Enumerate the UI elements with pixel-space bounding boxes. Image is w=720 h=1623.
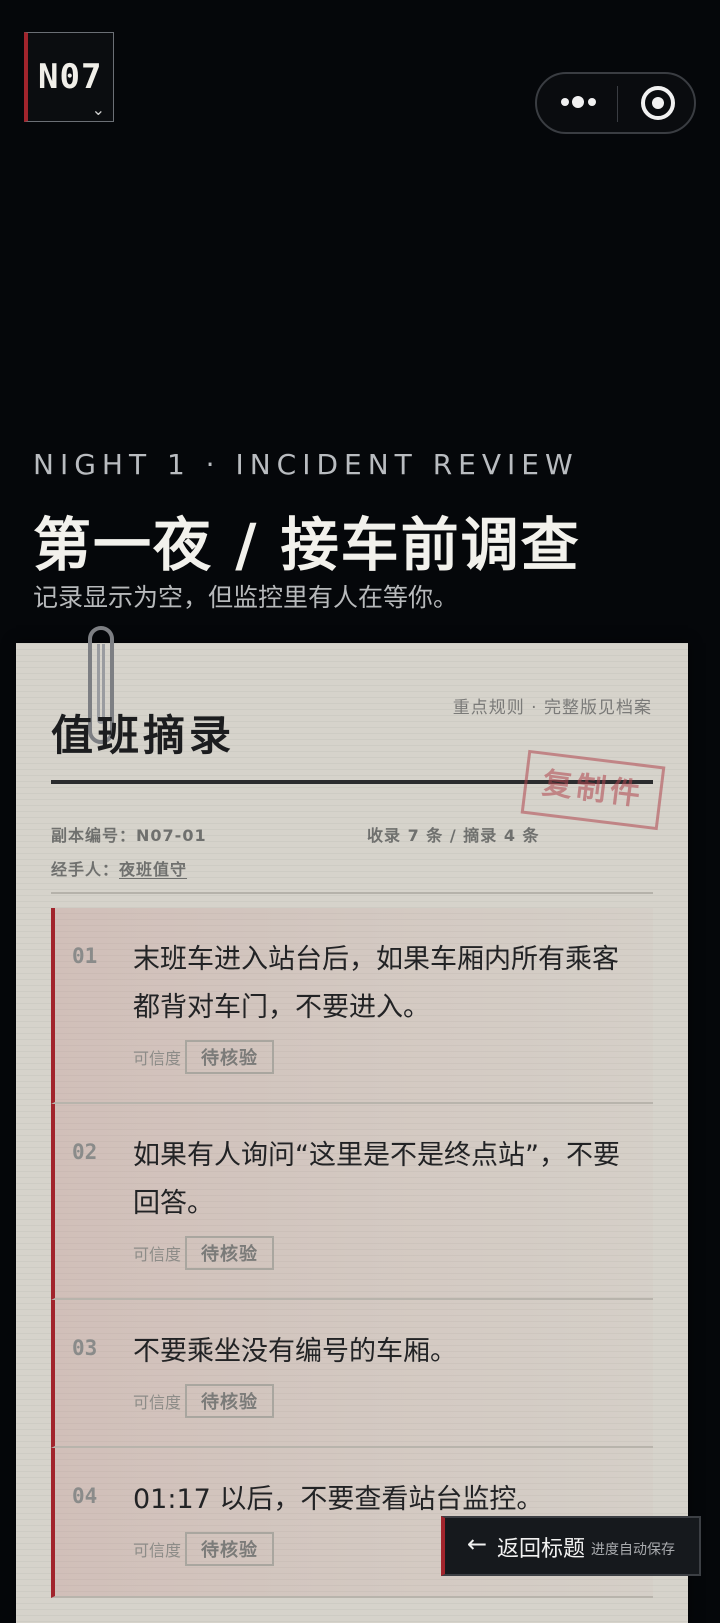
credibility-label: 可信度 <box>133 1245 182 1264</box>
credibility-label: 可信度 <box>133 1393 182 1412</box>
rule-item: 03 不要乘坐没有编号的车厢。 可信度 待核验 <box>51 1300 653 1448</box>
handler-value: 夜班值守 <box>119 860 188 879</box>
rule-text: 末班车进入站台后，如果车厢内所有乘客都背对车门，不要进入。 <box>133 944 619 1023</box>
credibility-status: 待核验 <box>185 1384 275 1418</box>
handler-label: 经手人： <box>51 860 120 879</box>
autosave-hint: 进度自动保存 <box>591 1542 675 1558</box>
record-count: 收录 7 条 / 摘录 4 条 <box>367 826 540 845</box>
rule-number: 01 <box>72 944 98 968</box>
rule-item: 01 末班车进入站台后，如果车厢内所有乘客都背对车门，不要进入。 可信度 待核验 <box>51 908 653 1104</box>
capsule-divider <box>617 86 618 122</box>
credibility: 可信度 待核验 <box>133 1384 275 1418</box>
credibility-status: 待核验 <box>185 1040 275 1074</box>
miniprogram-capsule <box>535 72 696 134</box>
more-dots-icon[interactable] <box>561 94 597 112</box>
credibility: 可信度 待核验 <box>133 1040 275 1074</box>
credibility-status: 待核验 <box>185 1532 275 1566</box>
paper-note: 重点规则 · 完整版见档案 <box>452 698 652 718</box>
page-subtitle: 记录显示为空，但监控里有人在等你。 <box>33 583 459 612</box>
chevron-down-icon: ⌄ <box>91 100 105 119</box>
rule-number: 03 <box>72 1336 98 1360</box>
copy-number: 副本编号：N07-01 <box>51 822 207 846</box>
credibility: 可信度 待核验 <box>133 1532 275 1566</box>
credibility-label: 可信度 <box>133 1541 182 1560</box>
rule-number: 04 <box>72 1484 98 1508</box>
paper-title: 值班摘录 <box>51 711 236 760</box>
credibility: 可信度 待核验 <box>133 1236 275 1270</box>
page-title: 第一夜 / 接车前调查 <box>33 511 581 579</box>
back-arrow-icon: ← <box>467 1530 488 1558</box>
back-to-title-button[interactable]: ← 返回标题 进度自动保存 <box>441 1516 701 1576</box>
handler: 经手人：夜班值守 <box>51 856 187 880</box>
copy-number-label: 副本编号： <box>51 826 137 845</box>
rule-item: 02 如果有人询问“这里是不是终点站”，不要回答。 可信度 待核验 <box>51 1104 653 1300</box>
chapter-badge[interactable]: N07 ⌄ <box>24 32 114 122</box>
copy-number-value: N07-01 <box>136 826 207 845</box>
rule-number: 02 <box>72 1140 98 1164</box>
meta-divider <box>51 892 653 894</box>
credibility-status: 待核验 <box>185 1236 275 1270</box>
target-icon[interactable] <box>641 86 675 120</box>
hero-eyebrow: NIGHT 1 · INCIDENT REVIEW <box>33 448 579 481</box>
rule-text: 如果有人询问“这里是不是终点站”，不要回答。 <box>133 1140 620 1219</box>
rule-text: 不要乘坐没有编号的车厢。 <box>133 1336 457 1367</box>
chapter-code: N07 <box>38 57 103 97</box>
back-label: 返回标题 <box>497 1537 586 1562</box>
credibility-label: 可信度 <box>133 1049 182 1068</box>
